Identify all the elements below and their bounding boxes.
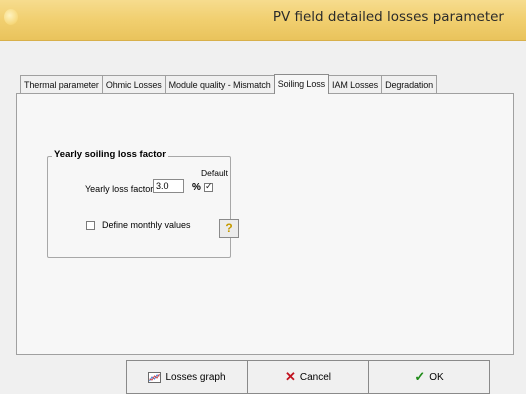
check-mark-icon: ✓	[205, 181, 213, 191]
tab-iam-losses[interactable]: IAM Losses	[328, 75, 383, 93]
losses-graph-button[interactable]: Losses graph	[126, 360, 248, 394]
soiling-loss-panel: Yearly soiling loss factor Default Yearl…	[16, 93, 514, 355]
cancel-label: Cancel	[299, 371, 332, 383]
percent-unit: %	[192, 182, 201, 193]
yearly-loss-label: Yearly loss factor	[85, 184, 154, 194]
title-bar: PV field detailed losses parameter	[0, 0, 526, 41]
tab-soiling-loss[interactable]: Soiling Loss	[273, 74, 330, 94]
ok-label: OK	[429, 371, 444, 383]
default-checkbox[interactable]: ✓	[204, 181, 213, 192]
ok-button[interactable]: ✓ OK	[369, 360, 490, 394]
monthly-values-checkbox[interactable]	[86, 221, 95, 230]
window-title: PV field detailed losses parameter	[272, 9, 504, 25]
tab-module-quality-mismatch[interactable]: Module quality - Mismatch	[164, 75, 275, 93]
default-label: Default	[201, 168, 228, 178]
tab-strip: Thermal parameter Ohmic Losses Module qu…	[20, 73, 438, 94]
yearly-loss-input[interactable]: 3.0	[153, 179, 184, 193]
app-icon	[4, 9, 18, 25]
help-button[interactable]: ?	[219, 219, 239, 238]
bottom-button-bar: Losses graph ✕ Cancel ✓ OK	[126, 360, 490, 394]
tab-thermal-parameter[interactable]: Thermal parameter	[20, 75, 103, 93]
monthly-values-label: Define monthly values	[102, 220, 191, 230]
tab-degradation[interactable]: Degradation	[381, 75, 438, 93]
cancel-button[interactable]: ✕ Cancel	[248, 360, 369, 394]
tab-ohmic-losses[interactable]: Ohmic Losses	[101, 75, 166, 93]
chart-icon	[148, 371, 162, 383]
check-icon: ✓	[414, 369, 426, 384]
losses-graph-label: Losses graph	[165, 371, 226, 383]
group-title: Yearly soiling loss factor	[52, 149, 168, 160]
losses-parameter-dialog: PV field detailed losses parameter Therm…	[0, 0, 526, 394]
x-icon: ✕	[284, 369, 296, 384]
yearly-soiling-group: Yearly soiling loss factor Default Yearl…	[47, 149, 239, 258]
